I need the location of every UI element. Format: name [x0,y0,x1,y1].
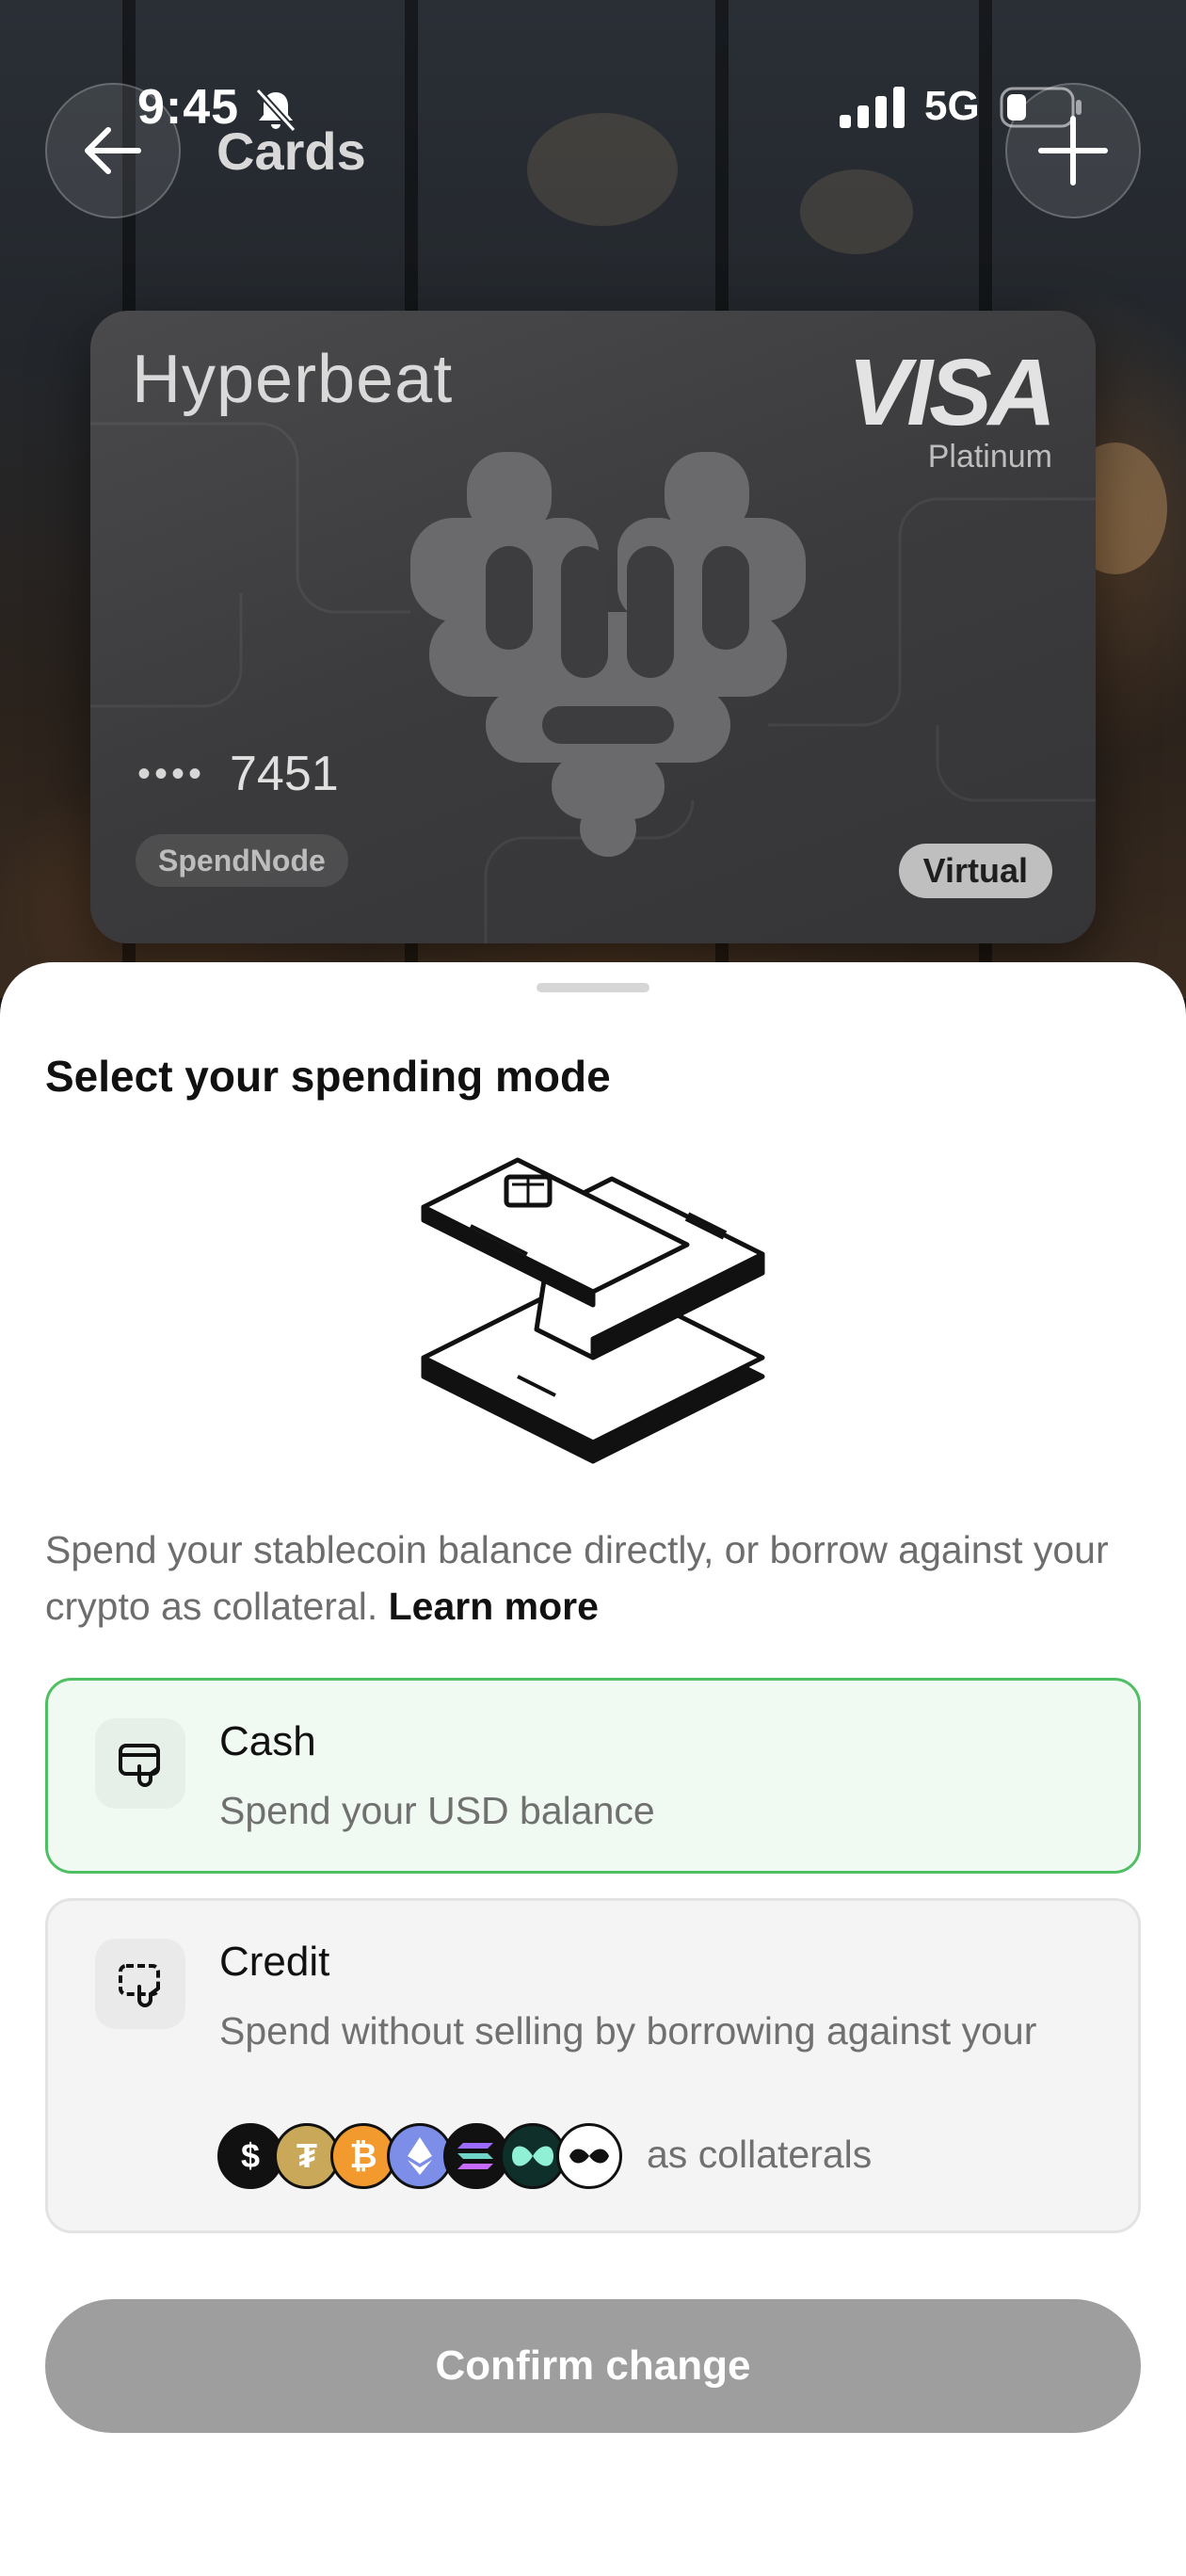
add-card-button[interactable] [1005,83,1141,218]
status-bar: 9:45 5G [0,0,1186,135]
city-light [800,169,913,254]
meme-coin-icon [556,2123,622,2189]
option-subtitle: Spend without selling by borrowing again… [219,2009,1037,2053]
option-title: Cash [219,1718,316,1764]
option-credit[interactable]: Credit Spend without selling by borrowin… [45,1898,1141,2233]
sheet-grabber[interactable] [537,983,649,992]
sheet-title: Select your spending mode [45,1052,611,1101]
collateral-suffix: as collaterals [647,2133,873,2176]
collateral-coins: $ ₮ ₿ [217,2123,1065,2189]
option-cash[interactable]: Cash Spend your USD balance [45,1678,1141,1874]
credit-card-icon [95,1939,185,2029]
page-title: Cards [216,121,366,181]
option-subtitle: Spend your USD balance [219,1789,655,1832]
network-label: 5G [924,83,980,129]
arrow-left-icon [85,127,141,174]
sheet-description: Spend your stablecoin balance directly, … [45,1521,1128,1634]
back-button[interactable] [45,83,181,218]
card-tier: Platinum [927,439,1052,475]
heart-logo-icon [410,452,806,857]
card-last4: 7451 [230,747,339,801]
spending-mode-sheet: Select your spending mode Spend your sta… [0,962,1186,2576]
plus-icon [1038,116,1108,185]
confirm-change-button[interactable]: Confirm change [45,2299,1141,2433]
cellular-signal-icon [840,87,905,128]
card-type-badge: Virtual [898,844,1052,898]
card-brand: Hyperbeat [132,342,454,417]
issuer-badge: SpendNode [136,834,348,887]
payment-card[interactable]: Hyperbeat VISA Platinum •••• 7451 SpendN… [90,311,1096,943]
cash-card-icon [95,1718,185,1809]
learn-more-link[interactable]: Learn more [389,1585,599,1628]
card-number-mask: •••• [137,753,206,795]
cards-stack-illustration [421,1157,765,1464]
option-title: Credit [219,1939,330,1985]
visa-logo: VISA [847,340,1056,445]
